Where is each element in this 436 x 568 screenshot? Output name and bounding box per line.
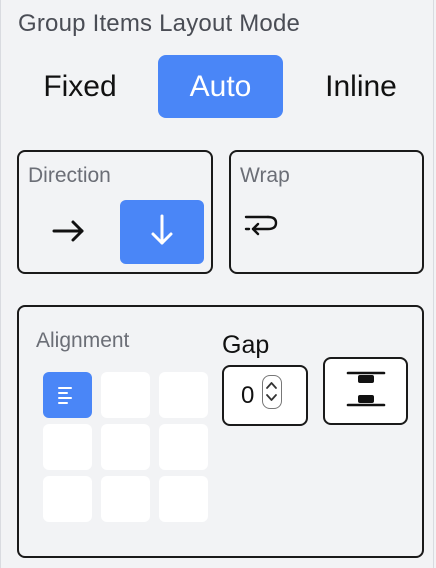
alignment-panel: Alignment Gap 0	[17, 305, 424, 558]
direction-label: Direction	[28, 164, 111, 187]
align-cell-middle-center[interactable]	[101, 424, 150, 470]
direction-panel: Direction	[17, 150, 213, 274]
stepper-icon[interactable]	[262, 375, 282, 409]
align-cell-bottom-right[interactable]	[159, 476, 208, 522]
mode-fixed-button[interactable]: Fixed	[28, 55, 132, 118]
align-cell-top-left[interactable]	[43, 372, 92, 418]
align-cell-bottom-center[interactable]	[101, 476, 150, 522]
wrap-icon	[243, 209, 279, 244]
gap-label: Gap	[222, 331, 270, 359]
arrow-down-icon	[144, 212, 180, 253]
align-cell-bottom-left[interactable]	[43, 476, 92, 522]
align-cell-top-center[interactable]	[101, 372, 150, 418]
align-cell-top-right[interactable]	[159, 372, 208, 418]
arrow-right-icon	[51, 213, 87, 254]
gap-value: 0	[241, 381, 255, 409]
gap-input[interactable]: 0	[222, 365, 308, 426]
gap-mode-button[interactable]	[323, 357, 408, 425]
align-left-icon	[57, 385, 77, 410]
align-cell-middle-right[interactable]	[159, 424, 208, 470]
align-cell-middle-left[interactable]	[43, 424, 92, 470]
wrap-label: Wrap	[240, 164, 290, 187]
mode-inline-button[interactable]: Inline	[308, 55, 414, 118]
space-between-icon	[345, 368, 387, 415]
direction-vertical-button[interactable]	[120, 200, 204, 264]
wrap-panel: Wrap	[229, 150, 424, 274]
mode-auto-button[interactable]: Auto	[158, 55, 283, 118]
alignment-label: Alignment	[36, 329, 130, 352]
direction-horizontal-button[interactable]	[37, 201, 101, 265]
section-title: Group Items Layout Mode	[18, 10, 301, 37]
wrap-toggle-button[interactable]	[239, 206, 283, 246]
